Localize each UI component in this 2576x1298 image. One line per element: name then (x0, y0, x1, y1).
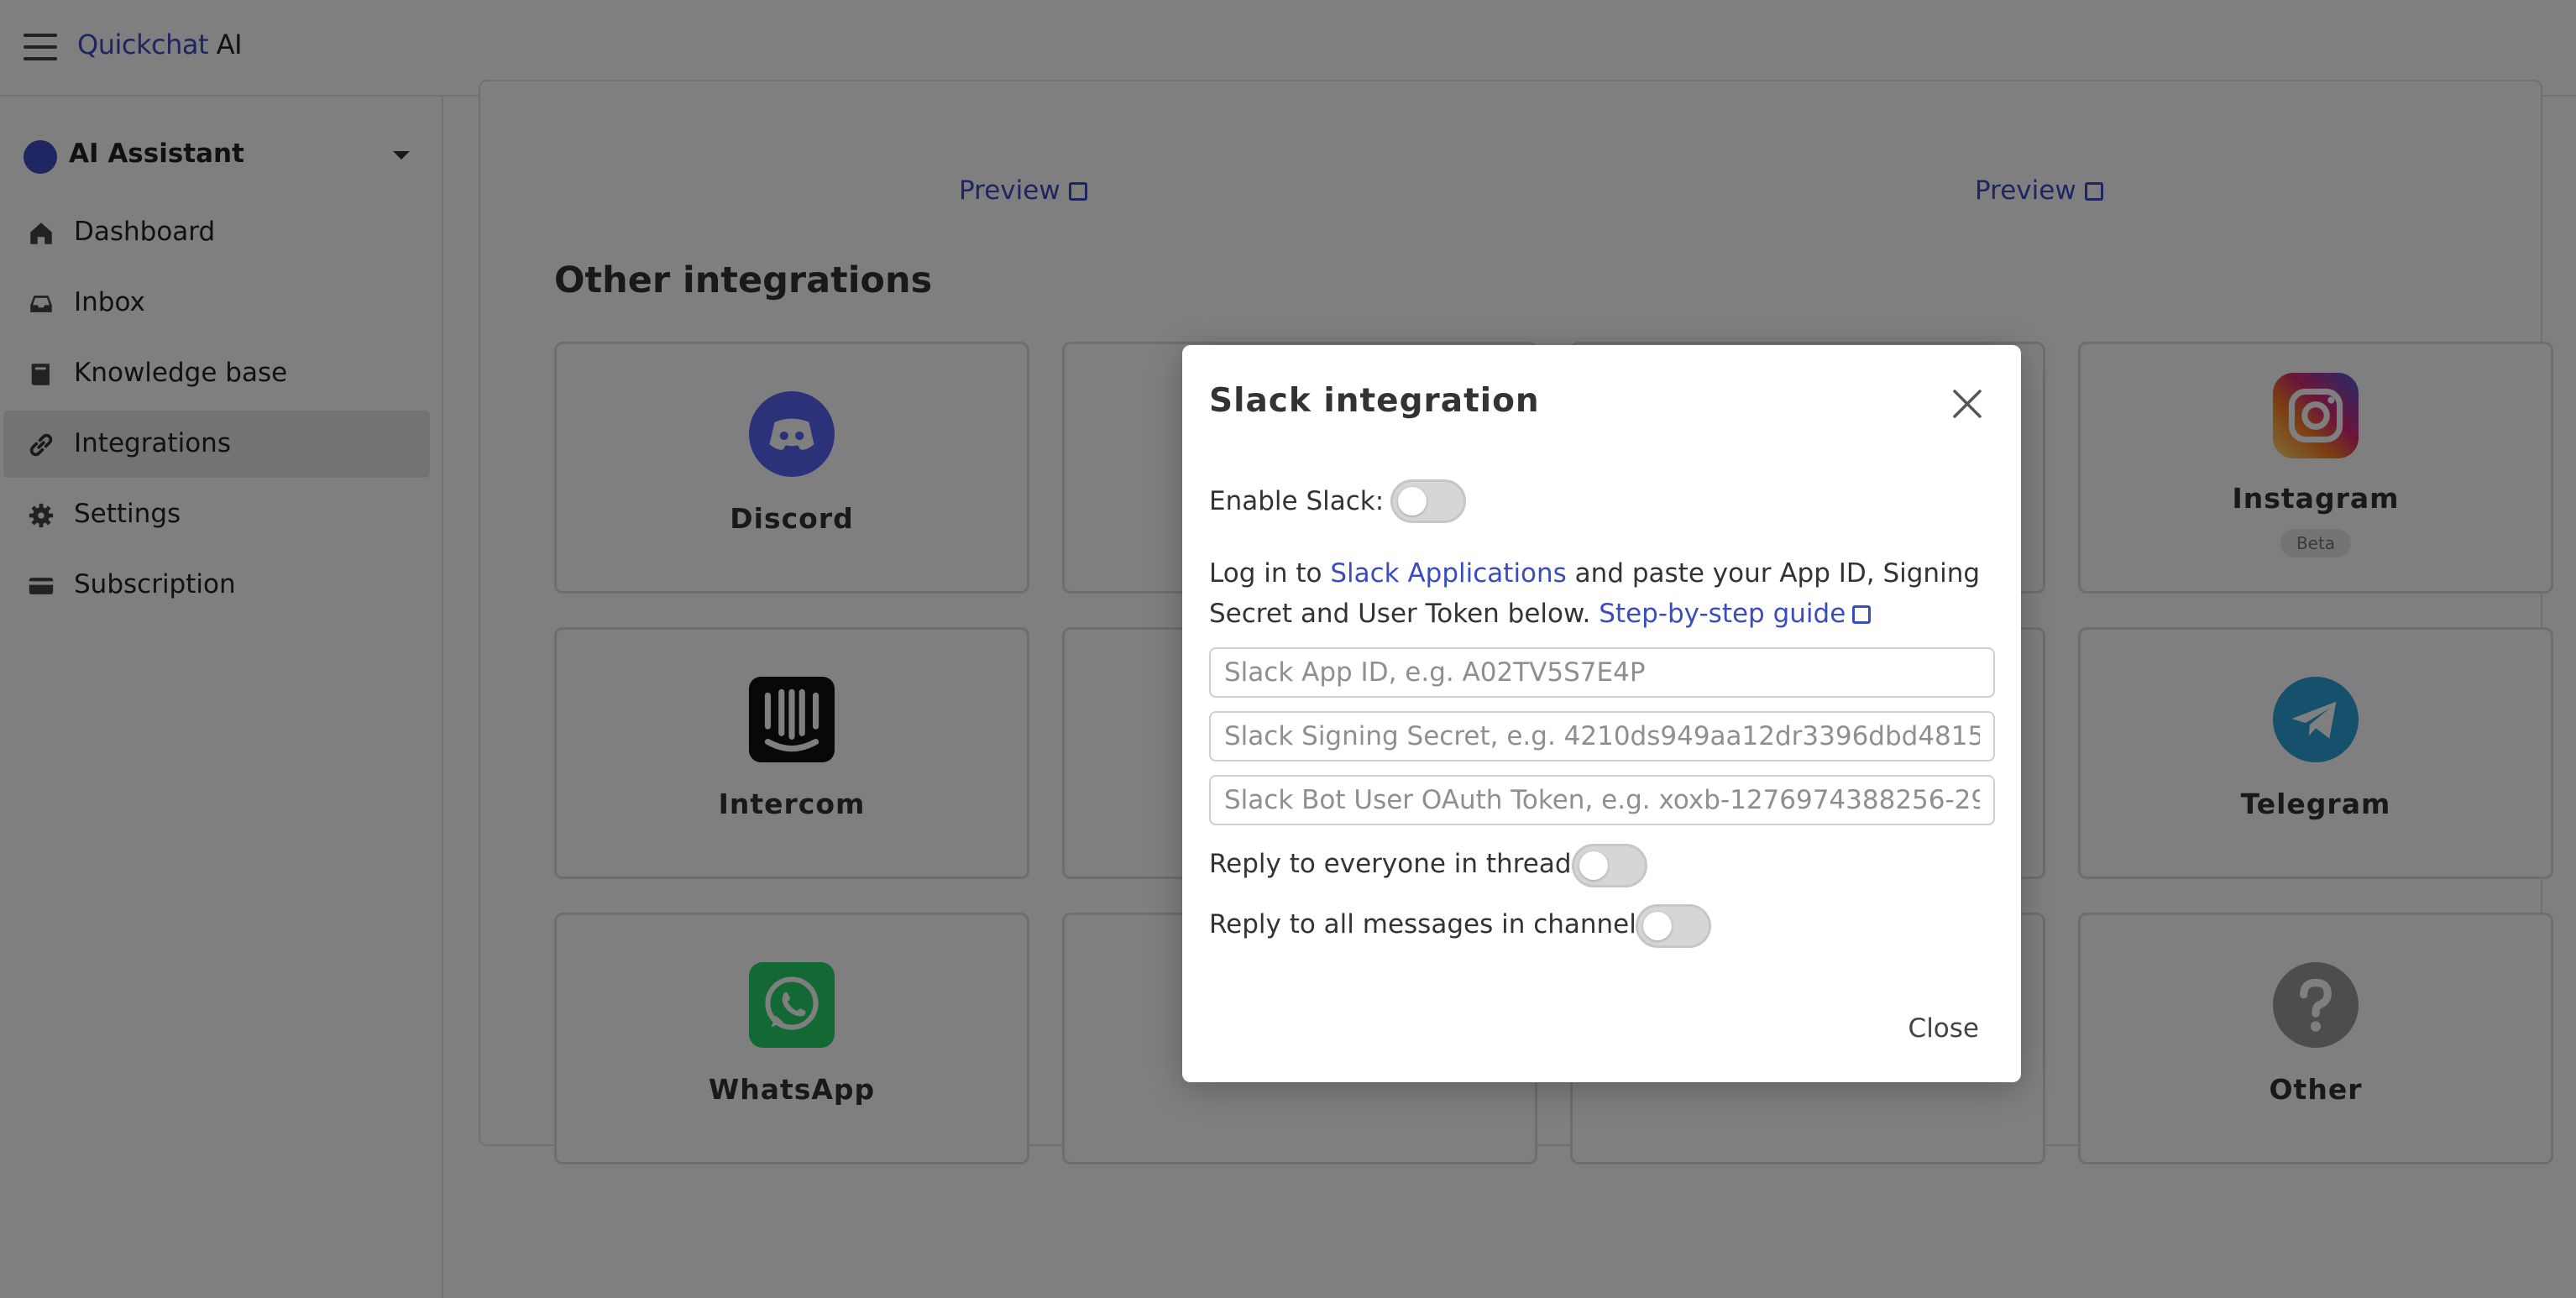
enable-slack-toggle[interactable] (1390, 479, 1466, 523)
slack-integration-modal: Slack integration Enable Slack: Log in t… (1182, 345, 2021, 1082)
external-link-icon (1852, 605, 1872, 624)
enable-slack-label: Enable Slack: (1209, 486, 1385, 516)
instructions-text: Log in to Slack Applications and paste y… (1209, 553, 1982, 634)
reply-channel-toggle[interactable] (1636, 904, 1711, 948)
guide-label: Step-by-step guide (1599, 599, 1846, 629)
reply-thread-label: Reply to everyone in thread: (1209, 849, 1580, 879)
close-button[interactable]: Close (1908, 1013, 1979, 1044)
modal-title: Slack integration (1209, 382, 1540, 420)
reply-thread-toggle[interactable] (1572, 844, 1647, 887)
step-by-step-guide-link[interactable]: Step-by-step guide (1599, 599, 1872, 629)
slack-applications-link[interactable]: Slack Applications (1330, 558, 1567, 589)
slack-app-id-input[interactable] (1209, 647, 1995, 698)
reply-channel-label: Reply to all messages in channel: (1209, 909, 1646, 939)
slack-bot-token-input[interactable] (1209, 775, 1995, 825)
instructions-pre: Log in to (1209, 558, 1331, 589)
close-icon[interactable] (1950, 387, 1984, 421)
slack-signing-secret-input[interactable] (1209, 711, 1995, 762)
